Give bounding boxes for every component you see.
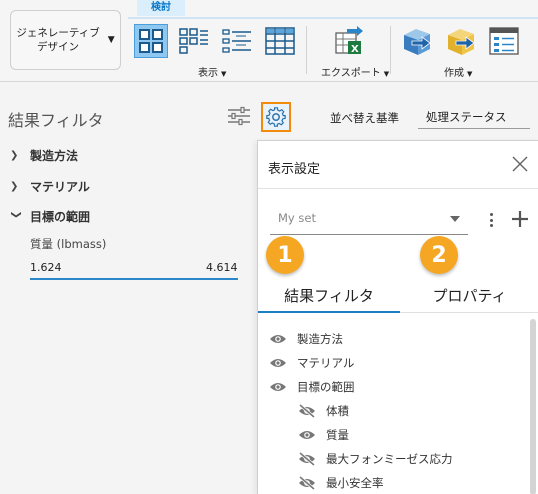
chevron-down-icon: ❯: [10, 210, 22, 219]
filter-sliders-icon[interactable]: [227, 106, 251, 126]
results-filter-title: 結果フィルタ: [8, 111, 104, 130]
list-item[interactable]: 最小安全率: [298, 473, 384, 493]
list-item[interactable]: マテリアル: [269, 353, 354, 373]
settings-set-value: My set: [278, 211, 316, 225]
eye-off-icon[interactable]: [298, 476, 316, 490]
item-label: 目標の範囲: [297, 380, 355, 394]
create-group-label: 作成: [444, 68, 464, 79]
divider: [306, 26, 307, 74]
svg-text:X: X: [351, 44, 359, 55]
item-label: 最大フォンミーゼス応力: [326, 452, 453, 466]
results-filter-pane: 結果フィルタ ❯ 製造方法 ❯ マテリアル ❯ 目標の範囲 質量 (lbmass…: [0, 83, 256, 494]
tab-underline: [128, 17, 538, 19]
create-design-button[interactable]: [400, 24, 434, 58]
table-view-icon: [265, 27, 295, 55]
item-label: 体積: [326, 404, 349, 418]
workspace-label: ジェネレーティブ デザイン: [16, 27, 100, 53]
display-settings-panel: 表示設定 My set 1 2 結果フィルタ プロパティ 製造方法 マテリアル: [257, 140, 538, 494]
toolbar: ジェネレーティブ デザイン ▼ 検討 表示 ▼ X エクスポート ▼ 作成 ▼: [0, 0, 538, 82]
display-group-dropdown[interactable]: 表示 ▼: [198, 64, 226, 79]
scrollbar[interactable]: [530, 319, 536, 494]
create-report-button[interactable]: [487, 24, 521, 58]
processing-status-tab[interactable]: 処理ステータス: [418, 101, 530, 129]
list-item[interactable]: 目標の範囲: [269, 377, 355, 397]
excel-export-icon: X: [335, 26, 363, 55]
eye-off-icon[interactable]: [298, 452, 316, 466]
category-objective-range[interactable]: ❯ 目標の範囲: [10, 208, 91, 225]
list-item[interactable]: 最大フォンミーゼス応力: [298, 449, 453, 469]
report-icon: [489, 27, 519, 55]
item-label: マテリアル: [297, 356, 355, 370]
range-name: 質量 (lbmass): [30, 237, 107, 251]
item-label: 最小安全率: [326, 476, 384, 490]
tab-results-filter[interactable]: 結果フィルタ: [258, 285, 400, 313]
export-group-label: エクスポート: [321, 68, 381, 79]
box-yellow-icon: [448, 29, 475, 55]
list-item[interactable]: 体積: [298, 401, 349, 421]
eye-icon[interactable]: [269, 380, 287, 394]
eye-icon[interactable]: [269, 332, 287, 346]
settings-set-dropdown[interactable]: My set: [270, 207, 468, 235]
eye-off-icon[interactable]: [298, 404, 316, 418]
create-model-button[interactable]: [444, 24, 478, 58]
grid-view-button[interactable]: [134, 24, 168, 58]
category-manufacturing-method[interactable]: ❯ 製造方法: [10, 147, 78, 164]
chevron-right-icon: ❯: [10, 181, 19, 192]
item-label: 質量: [326, 428, 349, 442]
range-min-value: 1.624: [30, 261, 62, 274]
panel-title: 表示設定: [268, 162, 321, 177]
export-group-dropdown[interactable]: エクスポート ▼: [321, 64, 389, 79]
export-excel-button[interactable]: X: [332, 24, 366, 58]
list-view-button[interactable]: [220, 24, 254, 58]
more-options-icon[interactable]: [486, 211, 496, 229]
list-view-icon: [222, 29, 251, 53]
display-settings-button[interactable]: [261, 102, 291, 132]
callout-badge-1: 1: [266, 236, 304, 274]
category-material[interactable]: ❯ マテリアル: [10, 178, 90, 195]
dropdown-arrow-icon: [450, 216, 460, 222]
range-max-value: 4.614: [206, 261, 238, 274]
add-icon[interactable]: [510, 209, 530, 229]
grid-view-icon: [139, 29, 163, 53]
category-label: 目標の範囲: [30, 210, 91, 224]
tile-list-icon: [179, 28, 208, 54]
table-view-button[interactable]: [263, 24, 297, 58]
list-item[interactable]: 質量: [298, 425, 349, 445]
category-label: 製造方法: [30, 149, 79, 163]
callout-badge-2: 2: [420, 236, 458, 274]
tile-list-view-button[interactable]: [177, 24, 211, 58]
close-icon[interactable]: [511, 155, 529, 173]
sort-by-tab[interactable]: 並べ替え基準: [330, 110, 399, 126]
divider: [390, 26, 391, 74]
eye-icon[interactable]: [269, 356, 287, 370]
gear-icon: [266, 107, 286, 127]
tab-properties[interactable]: プロパティ: [400, 285, 538, 313]
display-group-label: 表示: [198, 68, 218, 79]
chevron-right-icon: ❯: [10, 150, 19, 161]
mass-range-slider[interactable]: [30, 278, 238, 280]
caret-down-icon: ▼: [107, 35, 115, 45]
category-label: マテリアル: [30, 180, 90, 194]
tab-explore[interactable]: 検討: [137, 0, 185, 16]
divider: [258, 188, 538, 189]
workspace-switcher-button[interactable]: ジェネレーティブ デザイン ▼: [10, 10, 121, 70]
create-group-dropdown[interactable]: 作成 ▼: [444, 64, 472, 79]
item-label: 製造方法: [297, 332, 343, 346]
eye-icon[interactable]: [298, 428, 316, 442]
box-arrow-icon: [404, 29, 431, 55]
list-item[interactable]: 製造方法: [269, 329, 343, 349]
